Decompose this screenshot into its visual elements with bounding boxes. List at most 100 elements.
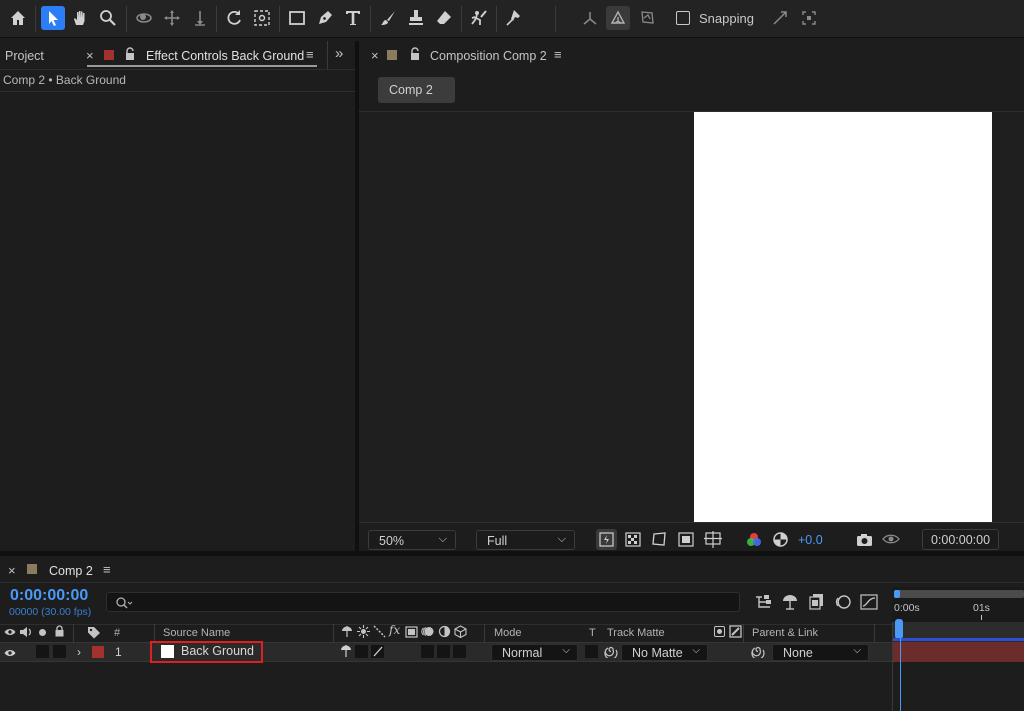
eraser-icon[interactable]	[432, 6, 456, 30]
axis-world-icon[interactable]	[606, 6, 630, 30]
layer-name[interactable]: Back Ground	[181, 644, 254, 658]
comp-2-button[interactable]: Comp 2	[378, 77, 455, 103]
frame-blend-column-icon	[405, 626, 418, 638]
resolution-dropdown[interactable]: Full ⌵	[476, 530, 575, 550]
work-area-start-handle[interactable]	[894, 590, 900, 598]
color-channels-icon[interactable]	[745, 531, 763, 549]
pan-camera-icon[interactable]	[160, 6, 184, 30]
panel-menu-icon[interactable]: ≡	[554, 47, 562, 62]
puppet-pin-icon[interactable]	[502, 6, 526, 30]
brush-icon[interactable]	[376, 6, 400, 30]
lock-icon[interactable]	[124, 47, 136, 61]
more-panels-icon[interactable]: »	[335, 45, 343, 62]
comp-canvas[interactable]	[694, 112, 992, 522]
work-area-bar[interactable]	[897, 590, 1024, 598]
motion-blur-icon[interactable]	[833, 593, 852, 611]
search-input[interactable]	[106, 592, 740, 612]
motion-blur-switch[interactable]	[421, 645, 434, 658]
anchor-point-icon[interactable]	[250, 6, 274, 30]
solo-toggle[interactable]	[36, 645, 49, 658]
parent-pickwhip-icon[interactable]	[751, 645, 765, 658]
matte-invert-icon	[729, 625, 742, 638]
snap-grid-icon[interactable]	[797, 6, 821, 30]
frame-blending-icon[interactable]	[807, 593, 825, 611]
expand-layer-icon[interactable]: ›	[77, 645, 81, 659]
clone-stamp-icon[interactable]	[404, 6, 428, 30]
type-icon[interactable]	[341, 6, 365, 30]
pen-icon[interactable]	[313, 6, 337, 30]
close-icon[interactable]: ×	[86, 48, 94, 63]
blend-mode-dropdown[interactable]: Normal ⌵	[491, 644, 578, 661]
breadcrumb: Comp 2 • Back Ground	[3, 73, 126, 87]
home-icon[interactable]	[6, 6, 30, 30]
transparency-grid-icon[interactable]	[625, 532, 641, 547]
current-time-indicator-line[interactable]	[900, 622, 901, 711]
layer-visibility-icon[interactable]	[4, 648, 16, 658]
zoom-dropdown[interactable]: 50% ⌵	[368, 530, 456, 550]
axis-view-icon[interactable]	[636, 6, 660, 30]
layer-duration-bar[interactable]	[892, 642, 1024, 662]
exposure-value[interactable]: +0.0	[798, 533, 823, 547]
selection-arrow-icon[interactable]	[41, 6, 65, 30]
hand-icon[interactable]	[68, 6, 92, 30]
track-matte-dropdown[interactable]: No Matte ⌵	[621, 644, 708, 661]
layer-shy-switch-icon[interactable]	[339, 644, 353, 658]
work-area-indicator	[892, 638, 1024, 641]
axis-local-icon[interactable]	[578, 6, 602, 30]
lock-column-icon[interactable]	[54, 625, 65, 637]
expand-icon[interactable]	[768, 6, 792, 30]
region-of-interest-icon[interactable]	[678, 532, 694, 547]
fast-previews-icon[interactable]	[596, 529, 617, 550]
parent-dropdown[interactable]: None ⌵	[772, 644, 869, 661]
graph-editor-icon[interactable]	[860, 593, 879, 611]
tab-effect-controls[interactable]: Effect Controls Back Ground	[146, 49, 304, 63]
column-source-name[interactable]: Source Name	[163, 627, 230, 639]
audio-icon[interactable]	[19, 626, 33, 638]
snapping-checkbox[interactable]	[676, 11, 690, 25]
collapse-switch[interactable]	[355, 645, 368, 658]
shy-layers-icon[interactable]	[780, 593, 800, 611]
ruler-label-1: 01s	[973, 602, 990, 614]
lock-icon[interactable]	[409, 47, 421, 61]
roto-brush-icon[interactable]	[467, 6, 491, 30]
close-icon[interactable]: ×	[371, 48, 379, 63]
video-visibility-icon[interactable]	[4, 627, 16, 637]
tab-timeline-comp[interactable]: Comp 2	[49, 564, 93, 578]
tab-project[interactable]: Project	[5, 49, 44, 63]
effect-controls-panel: Project × Effect Controls Back Ground ≡ …	[0, 41, 355, 551]
orbit-camera-icon[interactable]	[132, 6, 156, 30]
preserve-transparency-toggle[interactable]	[585, 645, 598, 658]
layer-label-color[interactable]	[92, 646, 104, 658]
panel-menu-icon[interactable]: ≡	[306, 47, 314, 62]
current-time-indicator-handle[interactable]	[895, 619, 903, 639]
mask-visibility-icon[interactable]	[651, 531, 667, 547]
adjustment-switch[interactable]	[437, 645, 450, 658]
rotate-icon[interactable]	[222, 6, 246, 30]
show-snapshot-icon[interactable]	[882, 531, 900, 547]
zoom-icon[interactable]	[96, 6, 120, 30]
layer-index: 1	[115, 645, 122, 659]
lock-toggle[interactable]	[53, 645, 66, 658]
tab-composition[interactable]: Composition Comp 2	[430, 49, 547, 63]
collapse-column-icon	[357, 625, 370, 638]
grid-guides-icon[interactable]	[704, 531, 722, 548]
3d-switch[interactable]	[453, 645, 466, 658]
toolbar: Snapping	[0, 0, 1024, 38]
column-t: T	[589, 627, 596, 639]
solo-icon[interactable]	[39, 629, 46, 636]
quality-switch[interactable]	[371, 645, 384, 658]
close-icon[interactable]: ×	[8, 563, 16, 578]
panel-menu-icon[interactable]: ≡	[103, 562, 111, 577]
reset-exposure-icon[interactable]	[772, 531, 789, 548]
track-matte-pickwhip-icon[interactable]	[604, 645, 618, 658]
rectangle-icon[interactable]	[285, 6, 309, 30]
dolly-camera-icon[interactable]	[188, 6, 212, 30]
timeline-timecode[interactable]: 0:00:00:00	[10, 587, 88, 605]
composition-flowchart-icon[interactable]	[753, 594, 773, 610]
column-parent-link: Parent & Link	[752, 627, 819, 639]
snapshot-camera-icon[interactable]	[856, 532, 873, 547]
matte-alpha-icon	[714, 626, 725, 637]
current-time-display[interactable]: 0:00:00:00	[922, 529, 999, 550]
comp-color-swatch	[27, 564, 37, 574]
label-tag-icon[interactable]	[87, 626, 101, 639]
